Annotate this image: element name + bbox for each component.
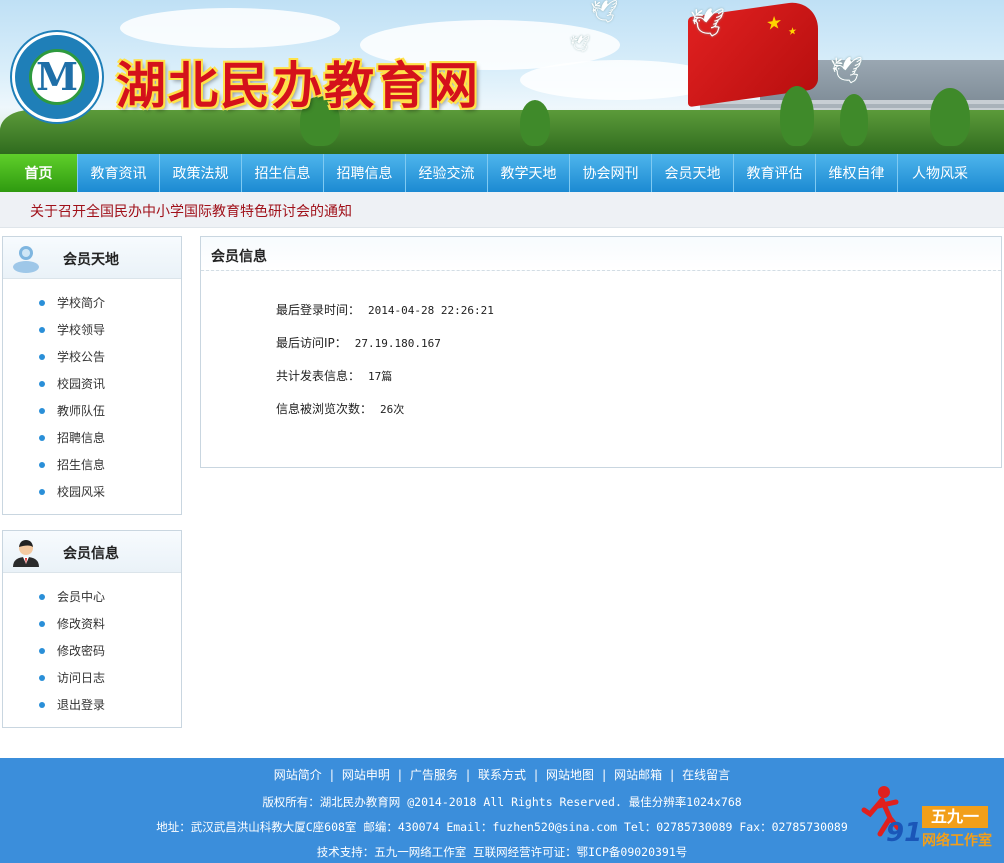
tree-decoration: [840, 94, 868, 146]
main-nav: 首页 教育资讯 政策法规 招生信息 招聘信息 经验交流 教学天地 协会网刊 会员…: [0, 154, 1004, 192]
sidebar-list: 会员中心 修改资料 修改密码 访问日志 退出登录: [3, 573, 181, 721]
notice-bar: 关于召开全国民办中小学国际教育特色研讨会的通知: [0, 192, 1004, 228]
nav-item-jobs[interactable]: 招聘信息: [324, 154, 406, 192]
info-value: 17篇: [368, 370, 393, 383]
nav-item-home[interactable]: 首页: [0, 154, 78, 192]
footer-support: 技术支持：五九一网络工作室 互联网经营许可证：鄂ICP备09020391号: [316, 845, 688, 859]
info-label: 信息被浏览次数：: [276, 402, 373, 416]
footer-links: 网站简介 | 网站申明 | 广告服务 | 联系方式 | 网站地图 | 网站邮箱 | 在线留言: [0, 766, 1004, 783]
sidebar-item-jobs[interactable]: 招聘信息: [3, 427, 181, 454]
sidebar-header: 会员天地: [3, 237, 181, 279]
nav-item-teaching[interactable]: 教学天地: [488, 154, 570, 192]
info-label: 最后登录时间：: [276, 303, 361, 317]
star-icon: ★: [766, 11, 783, 36]
sidebar-title: 会员天地: [63, 252, 119, 268]
sidebar-item-member-center[interactable]: 会员中心: [3, 586, 181, 613]
dove-icon: 🕊: [590, 0, 618, 25]
watermark-badge: 五九一: [922, 806, 988, 828]
footer-separator: |: [329, 768, 334, 782]
panel-title: 会员信息: [201, 237, 1001, 271]
nav-item-policy[interactable]: 政策法规: [160, 154, 242, 192]
nav-item-admissions[interactable]: 招生信息: [242, 154, 324, 192]
info-value: 2014-04-28 22:26:21: [368, 304, 494, 317]
star-icon: ★: [788, 25, 797, 39]
footer-separator: |: [534, 768, 539, 782]
user-avatar-icon: [13, 540, 39, 567]
footer-link-contact[interactable]: 联系方式: [478, 768, 526, 782]
info-row-view-count: 信息被浏览次数： 26次: [276, 400, 404, 417]
info-row-last-login: 最后登录时间： 2014-04-28 22:26:21: [276, 301, 494, 318]
nav-item-education-news[interactable]: 教育资讯: [78, 154, 160, 192]
sidebar-header: 会员信息: [3, 531, 181, 573]
notice-link[interactable]: 关于召开全国民办中小学国际教育特色研讨会的通知: [30, 201, 352, 221]
sidebar-item-campus-gallery[interactable]: 校园风采: [3, 481, 181, 508]
sidebar-item-teachers[interactable]: 教师队伍: [3, 400, 181, 427]
dove-icon: 🕊: [830, 56, 864, 86]
footer-separator: |: [670, 768, 675, 782]
logo-letter: M: [29, 49, 85, 105]
sidebar-item-access-log[interactable]: 访问日志: [3, 667, 181, 694]
footer-link-about[interactable]: 网站简介: [274, 768, 322, 782]
sidebar-item-logout[interactable]: 退出登录: [3, 694, 181, 721]
sidebar-title: 会员信息: [63, 546, 119, 562]
footer-link-email[interactable]: 网站邮箱: [614, 768, 662, 782]
footer-link-statement[interactable]: 网站申明: [342, 768, 390, 782]
sidebar-member-area: 会员天地 学校简介 学校领导 学校公告 校园资讯 教师队伍 招聘信息 招生信息 …: [2, 236, 182, 515]
tree-decoration: [520, 100, 550, 146]
info-label: 最后访问IP：: [276, 336, 347, 350]
sidebar-item-change-password[interactable]: 修改密码: [3, 640, 181, 667]
watermark-number: 91: [886, 818, 923, 848]
sidebar-list: 学校简介 学校领导 学校公告 校园资讯 教师队伍 招聘信息 招生信息 校园风采: [3, 279, 181, 508]
info-label: 共计发表信息：: [276, 369, 361, 383]
footer-link-guestbook[interactable]: 在线留言: [682, 768, 730, 782]
footer-link-sitemap[interactable]: 网站地图: [546, 768, 594, 782]
dove-icon: 🕊: [570, 34, 591, 53]
site-title: 湖北民办教育网: [116, 56, 480, 115]
nav-item-journal[interactable]: 协会网刊: [570, 154, 652, 192]
footer-address: 地址：武汉武昌洪山科教大厦C座608室 邮编：430074 Email：fuzh…: [156, 820, 848, 834]
watermark-subtitle: 网络工作室: [922, 833, 992, 849]
footer-separator: |: [465, 768, 470, 782]
header-banner: ★ ★ 🕊 🕊 🕊 🕊 M 湖北民办教育网: [0, 0, 1004, 154]
footer-link-ads[interactable]: 广告服务: [410, 768, 458, 782]
site-logo[interactable]: M: [12, 32, 102, 122]
studio-watermark: 91 五九一 网络工作室: [858, 780, 998, 860]
site-footer: 网站简介 | 网站申明 | 广告服务 | 联系方式 | 网站地图 | 网站邮箱 | 在线留言 版权所有：…: [0, 758, 1004, 863]
nav-item-members[interactable]: 会员天地: [652, 154, 734, 192]
footer-separator: |: [397, 768, 402, 782]
sidebar-item-school-leaders[interactable]: 学校领导: [3, 319, 181, 346]
sidebar-item-school-intro[interactable]: 学校简介: [3, 292, 181, 319]
sidebar-item-edit-profile[interactable]: 修改资料: [3, 613, 181, 640]
nav-item-evaluation[interactable]: 教育评估: [734, 154, 816, 192]
sidebar-item-admissions[interactable]: 招生信息: [3, 454, 181, 481]
info-value: 27.19.180.167: [354, 337, 441, 350]
tree-decoration: [780, 86, 814, 146]
member-info-panel: 会员信息 最后登录时间： 2014-04-28 22:26:21 最后访问IP： 2…: [200, 236, 1002, 468]
member-avatar-icon: [13, 246, 39, 273]
footer-copyright: 版权所有：湖北民办教育网 @2014-2018 All Rights Reser…: [262, 795, 742, 809]
cloud-decoration: [120, 8, 340, 48]
info-row-post-count: 共计发表信息： 17篇: [276, 367, 392, 384]
info-row-last-ip: 最后访问IP： 27.19.180.167: [276, 334, 441, 351]
sidebar-member-info: 会员信息 会员中心 修改资料 修改密码 访问日志 退出登录: [2, 530, 182, 728]
nav-item-people[interactable]: 人物风采: [898, 154, 982, 192]
footer-separator: |: [602, 768, 607, 782]
sidebar-item-campus-news[interactable]: 校园资讯: [3, 373, 181, 400]
dove-icon: 🕊: [690, 6, 726, 39]
info-value: 26次: [380, 403, 405, 416]
sidebar-item-school-notices[interactable]: 学校公告: [3, 346, 181, 373]
nav-item-experience[interactable]: 经验交流: [406, 154, 488, 192]
tree-decoration: [930, 88, 970, 146]
nav-item-rights[interactable]: 维权自律: [816, 154, 898, 192]
